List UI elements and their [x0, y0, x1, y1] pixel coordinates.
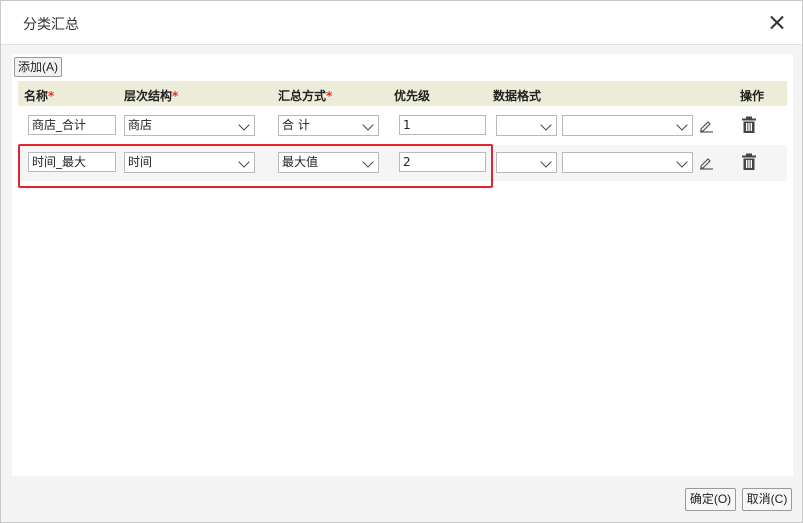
hierarchy-select[interactable]: 时间 [124, 152, 255, 173]
hierarchy-select[interactable]: 商店 [124, 115, 255, 136]
chevron-down-icon [362, 156, 374, 168]
name-input[interactable]: 时间_最大 [28, 152, 116, 172]
dialog-content: 添加(A) 名称* 层次结构* 汇总方式* 优先级 数据格式 操作 商店_合计 … [12, 54, 793, 476]
trash-icon[interactable] [741, 153, 757, 171]
edit-icon[interactable] [698, 154, 714, 170]
chevron-down-icon [540, 119, 552, 131]
format-type-select[interactable] [496, 152, 557, 173]
method-value: 合 计 [282, 118, 310, 132]
dialog-titlebar: 分类汇总 [1, 1, 802, 45]
col-header-hierarchy-label: 层次结构 [124, 89, 173, 103]
trash-icon[interactable] [741, 116, 757, 134]
col-header-priority: 优先级 [394, 89, 431, 103]
format-type-select[interactable] [496, 115, 557, 136]
format-value-select[interactable] [562, 115, 693, 136]
col-header-action: 操作 [740, 89, 765, 103]
table-row: 时间_最大 时间 最大值 2 [18, 145, 787, 181]
table-header: 名称* 层次结构* 汇总方式* 优先级 数据格式 操作 [18, 81, 787, 106]
edit-icon[interactable] [698, 117, 714, 133]
chevron-down-icon [362, 119, 374, 131]
priority-input[interactable]: 2 [399, 152, 486, 172]
close-icon[interactable] [767, 13, 787, 33]
priority-input[interactable]: 1 [399, 115, 486, 135]
summary-dialog: 分类汇总 添加(A) 名称* 层次结构* 汇总方式* 优先级 数据格式 操作 商… [0, 0, 803, 523]
chevron-down-icon [676, 119, 688, 131]
method-select[interactable]: 最大值 [278, 152, 379, 173]
col-header-method: 汇总方式* [278, 87, 332, 104]
chevron-down-icon [238, 119, 250, 131]
ok-button[interactable]: 确定(O) [685, 488, 736, 511]
chevron-down-icon [676, 156, 688, 168]
required-mark: * [326, 89, 333, 103]
format-value-select[interactable] [562, 152, 693, 173]
hierarchy-value: 商店 [128, 118, 153, 132]
cancel-button[interactable]: 取消(C) [742, 488, 792, 511]
method-select[interactable]: 合 计 [278, 115, 379, 136]
required-mark: * [48, 89, 55, 103]
col-header-name-label: 名称 [24, 89, 49, 103]
add-button[interactable]: 添加(A) [14, 57, 62, 77]
col-header-hierarchy: 层次结构* [124, 87, 178, 104]
col-header-format: 数据格式 [493, 89, 542, 103]
col-header-name: 名称* [24, 87, 54, 104]
hierarchy-value: 时间 [128, 155, 153, 169]
required-mark: * [172, 89, 179, 103]
dialog-title: 分类汇总 [23, 17, 79, 33]
col-header-method-label: 汇总方式 [278, 89, 327, 103]
method-value: 最大值 [282, 155, 319, 169]
chevron-down-icon [540, 156, 552, 168]
chevron-down-icon [238, 156, 250, 168]
table-row: 商店_合计 商店 合 计 1 [18, 108, 787, 144]
name-input[interactable]: 商店_合计 [28, 115, 116, 135]
